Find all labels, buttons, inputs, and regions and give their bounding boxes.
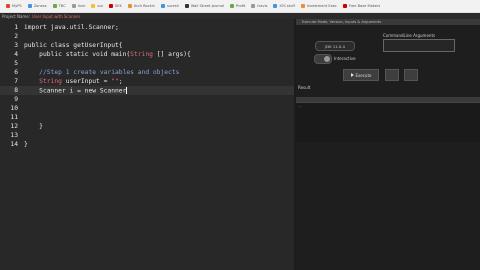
result-lower-area	[296, 142, 480, 270]
line-number: 8	[14, 87, 18, 94]
code-line-comment: //Step 1 create variables and objects	[24, 69, 180, 76]
code-type-token: String	[39, 78, 62, 85]
bookmark-label: Wall Street Journal	[190, 4, 225, 8]
code-line-close-class: }	[24, 141, 28, 148]
bookmark-label: IOS stuff	[279, 4, 295, 8]
code-token: [] args){	[152, 51, 191, 58]
code-token: userInput =	[61, 78, 112, 85]
bookmark-item[interactable]: Investment Exec	[300, 4, 337, 8]
line-number: 10	[10, 105, 18, 112]
bookmark-item[interactable]: Free Base Makers	[342, 4, 381, 8]
interactive-label: Interactive	[334, 56, 356, 61]
bookmark-favicon-icon	[251, 4, 256, 8]
bookmark-favicon-icon	[127, 4, 132, 8]
line-number: 3	[14, 42, 18, 49]
bookmark-label: Arch Rockin	[133, 4, 155, 8]
project-name-input[interactable]: User Input with Scanner	[32, 14, 80, 19]
execute-button-label: Execute	[355, 72, 372, 78]
bookmark-label: suresh	[166, 4, 179, 8]
line-number: 4	[14, 51, 18, 58]
bookmark-item[interactable]: aui	[91, 4, 103, 8]
cmd-args-label: CommandLine Arguments	[383, 33, 436, 38]
bookmark-item[interactable]: Innk	[71, 4, 86, 8]
line-number: 9	[14, 96, 18, 103]
bookmark-item[interactable]: suresh	[160, 4, 179, 8]
bookmark-favicon-icon	[160, 4, 165, 8]
bookmarks-bar: MyPS Zoness TBC Innk aui SEK Arch Rockin suresh…	[0, 0, 480, 13]
execution-panel-header: Execute Mode, Version, Inputs & Argument…	[296, 19, 480, 25]
line-number: 13	[10, 132, 18, 139]
interactive-toggle[interactable]	[314, 54, 332, 64]
code-editor[interactable]: 1 2 3 4 5 6 7 8 9 10 11 12 13 14 import …	[0, 19, 294, 270]
bookmark-label: travis	[257, 4, 268, 8]
bookmark-item[interactable]: MyPS	[6, 4, 22, 8]
bookmark-favicon-icon	[342, 4, 347, 8]
line-number: 5	[14, 60, 18, 67]
bookmark-item[interactable]: travis	[251, 4, 267, 8]
execute-button[interactable]: Execute	[343, 69, 379, 81]
bookmark-favicon-icon	[300, 4, 305, 8]
line-number: 11	[10, 114, 18, 121]
bookmark-label: Investment Exec	[306, 4, 337, 8]
line-number: 12	[10, 123, 18, 130]
result-text: ...	[299, 104, 303, 108]
bookmark-favicon-icon	[91, 4, 96, 8]
code-line-class: public class getUserInput{	[24, 42, 123, 49]
bookmark-item[interactable]: TBC	[52, 4, 66, 8]
bookmark-item[interactable]: IOS stuff	[273, 4, 295, 8]
bookmark-label: Innk	[77, 4, 86, 8]
cmd-args-input[interactable]	[383, 39, 455, 52]
code-token: public static void main(	[24, 51, 131, 58]
code-type-token: String	[130, 51, 153, 58]
bookmark-label: SEK	[114, 4, 122, 8]
bookmark-item[interactable]: SEK	[108, 4, 122, 8]
bookmark-label: MyPS	[12, 4, 22, 8]
code-string-token: ""	[111, 78, 119, 85]
play-icon	[350, 73, 354, 77]
bookmark-favicon-icon	[6, 4, 10, 8]
line-number: 1	[14, 24, 18, 31]
bookmark-favicon-icon	[52, 4, 57, 8]
code-line-close-method: }	[24, 123, 43, 130]
clear-button[interactable]	[404, 69, 418, 81]
code-token: Scanner i = new Scanner	[24, 87, 127, 95]
bookmark-item[interactable]: Wall Street Journal	[184, 4, 225, 8]
code-line-string-decl: String userInput = "";	[24, 78, 123, 85]
code-line-import: import java.util.Scanner;	[24, 24, 119, 31]
bookmark-favicon-icon	[273, 4, 278, 8]
bookmark-item[interactable]: Arch Rockin	[127, 4, 155, 8]
jdk-version-select[interactable]: JDK 11.0.4	[315, 41, 355, 51]
toggle-knob	[324, 56, 330, 62]
bookmark-favicon-icon	[184, 4, 189, 8]
text-caret	[126, 87, 128, 94]
project-name-label: Project Name:	[2, 13, 31, 19]
bookmark-favicon-icon	[71, 4, 76, 8]
result-output[interactable]: ...	[296, 102, 480, 143]
bookmark-favicon-icon	[108, 4, 113, 8]
code-token: ;	[118, 78, 123, 85]
bookmark-label: Zoness	[33, 4, 47, 8]
stop-button[interactable]	[385, 69, 399, 81]
bookmark-favicon-icon	[27, 4, 32, 8]
execution-panel-title: Execute Mode, Version, Inputs & Argument…	[302, 20, 382, 24]
code-line-main: public static void main(String [] args){	[24, 51, 191, 58]
bookmark-label: Free Base Makers	[348, 4, 381, 8]
bookmark-label: TBC	[58, 4, 66, 8]
execution-panel: Execute Mode, Version, Inputs & Argument…	[296, 19, 480, 270]
line-number: 14	[10, 141, 18, 148]
bookmark-item[interactable]: Profit	[230, 4, 245, 8]
bookmark-label: aui	[97, 4, 103, 8]
code-line-scanner: Scanner i = new Scanner	[24, 87, 128, 95]
line-number: 7	[14, 78, 18, 85]
result-label: Result	[298, 85, 311, 90]
line-number: 2	[14, 33, 18, 40]
bookmark-label: Profit	[236, 4, 246, 8]
bookmark-item[interactable]: Zoness	[27, 4, 47, 8]
line-number: 6	[14, 69, 18, 76]
bookmark-favicon-icon	[230, 4, 235, 8]
